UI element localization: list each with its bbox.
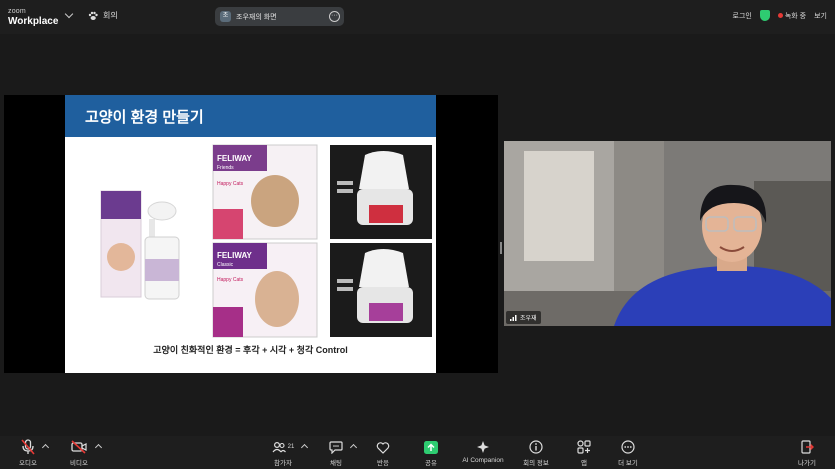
ai-companion-button[interactable]: AI Companion xyxy=(451,439,515,464)
paw-icon xyxy=(88,11,98,20)
product-line-classic: Classic xyxy=(217,262,234,268)
ai-companion-label: AI Companion xyxy=(462,457,504,464)
sparkle-icon xyxy=(477,441,489,453)
participants-button[interactable]: 21 참가자 xyxy=(255,439,311,467)
exit-icon xyxy=(801,440,814,454)
product-tag-friends: Happy Cats xyxy=(217,181,244,187)
meeting-label: 회의 xyxy=(103,11,118,20)
participants-icon xyxy=(272,441,286,453)
recording-label: 녹화 중 xyxy=(784,12,807,20)
video-label: 비디오 xyxy=(70,460,88,467)
avatar: 조 xyxy=(220,11,231,22)
presentation-slide: 고양이 환경 만들기 FELIWAY Friends Happy Cats FE… xyxy=(65,95,436,373)
audio-button[interactable]: 오디오 xyxy=(0,439,56,467)
more-options-icon[interactable]: ··· xyxy=(329,11,340,22)
leave-label: 나가기 xyxy=(798,460,816,467)
participant-video[interactable]: 조우재 xyxy=(504,141,831,326)
screen-share-pill[interactable]: 조 조우재의 화면 ··· xyxy=(215,7,344,26)
share-pill-label: 조우재의 화면 xyxy=(236,13,277,21)
participant-name-tag: 조우재 xyxy=(506,311,541,324)
mic-muted-icon xyxy=(21,439,35,455)
shield-icon[interactable] xyxy=(759,10,770,21)
video-off-icon xyxy=(71,440,87,454)
recording-indicator[interactable]: 녹화 중 xyxy=(777,11,807,21)
participants-label: 참가자 xyxy=(274,460,292,467)
record-dot-icon xyxy=(777,12,783,18)
product-brand-label: FELIWAY xyxy=(217,251,252,260)
brand-line2: Workplace xyxy=(8,16,59,27)
product-tag-classic: Happy Cats xyxy=(217,277,244,283)
more-label: 더 보기 xyxy=(618,460,638,467)
participant-camera-feed xyxy=(504,141,831,326)
slide-caption: 고양이 친화적인 환경 = 후각 + 시각 + 청각 Control xyxy=(153,345,348,355)
more-button[interactable]: 더 보기 xyxy=(600,439,656,467)
info-icon xyxy=(529,440,543,454)
participant-name: 조우재 xyxy=(520,316,537,322)
splitter-handle[interactable] xyxy=(500,242,502,254)
product-brand-label: FELIWAY xyxy=(217,154,252,163)
signal-bars-icon xyxy=(510,314,517,321)
audio-label: 오디오 xyxy=(19,460,37,467)
top-right-controls: 로그인 녹화 중 보기 xyxy=(733,10,827,21)
chevron-down-icon[interactable] xyxy=(64,9,74,19)
more-icon xyxy=(621,440,635,454)
meeting-toolbar: 오디오 비디오 21 참가자 채팅 반응 공유 AI Companion 회의 … xyxy=(0,436,835,469)
share-screen-icon xyxy=(424,440,438,454)
product-line-friends: Friends xyxy=(217,165,234,171)
meeting-tab[interactable]: 회의 xyxy=(88,10,118,21)
view-button[interactable]: 보기 xyxy=(814,11,827,21)
leave-button[interactable]: 나가기 xyxy=(779,439,835,467)
product-images: FELIWAY Friends Happy Cats FELIWAY Class… xyxy=(100,144,432,338)
slide-title: 고양이 환경 만들기 xyxy=(65,95,436,137)
top-bar: zoom Workplace 회의 조 조우재의 화면 ··· 로그인 녹화 중… xyxy=(0,0,835,34)
login-button[interactable]: 로그인 xyxy=(733,11,752,21)
participants-count: 21 xyxy=(287,444,295,450)
heart-icon xyxy=(376,441,390,454)
chat-icon xyxy=(329,441,343,454)
zoom-workplace-logo[interactable]: zoom Workplace xyxy=(8,7,58,27)
apps-icon xyxy=(577,440,591,454)
